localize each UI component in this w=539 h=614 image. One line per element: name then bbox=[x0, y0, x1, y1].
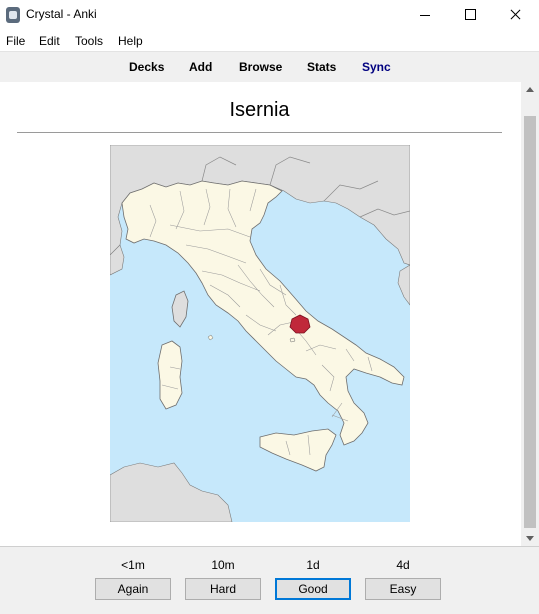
hard-interval: 10m bbox=[211, 558, 235, 572]
good-button[interactable]: Good bbox=[275, 578, 351, 600]
minimize-icon[interactable] bbox=[402, 0, 448, 30]
menu-edit[interactable]: Edit bbox=[39, 34, 60, 48]
close-icon[interactable] bbox=[492, 0, 538, 30]
title-bar: Crystal - Anki bbox=[0, 0, 539, 30]
anki-app-icon bbox=[6, 7, 20, 23]
again-interval: <1m bbox=[121, 558, 145, 572]
toolbar-stats-link[interactable]: Stats bbox=[307, 60, 336, 74]
scroll-up-icon[interactable] bbox=[521, 82, 539, 98]
menu-tools[interactable]: Tools bbox=[75, 34, 103, 48]
good-interval: 1d bbox=[306, 558, 320, 572]
italy-map-image bbox=[110, 145, 410, 522]
toolbar-sync-link[interactable]: Sync bbox=[362, 60, 391, 74]
window-title: Crystal - Anki bbox=[26, 7, 97, 21]
scroll-down-icon[interactable] bbox=[521, 530, 539, 546]
card-view: Isernia bbox=[0, 82, 521, 546]
hard-button[interactable]: Hard bbox=[185, 578, 261, 600]
answer-divider bbox=[17, 132, 502, 133]
scrollbar-thumb[interactable] bbox=[524, 116, 536, 528]
easy-interval: 4d bbox=[396, 558, 410, 572]
main-toolbar: Decks Add Browse Stats Sync bbox=[0, 51, 539, 83]
menu-help[interactable]: Help bbox=[118, 34, 143, 48]
vertical-scrollbar[interactable] bbox=[521, 82, 539, 546]
again-button[interactable]: Again bbox=[95, 578, 171, 600]
menu-bar: File Edit Tools Help bbox=[0, 30, 539, 51]
toolbar-decks-link[interactable]: Decks bbox=[129, 60, 164, 74]
easy-button[interactable]: Easy bbox=[365, 578, 441, 600]
answer-bar: <1m 10m 1d 4d Again Hard Good Easy bbox=[0, 546, 539, 614]
menu-file[interactable]: File bbox=[6, 34, 25, 48]
card-title: Isernia bbox=[229, 99, 290, 121]
toolbar-browse-link[interactable]: Browse bbox=[239, 60, 282, 74]
maximize-icon[interactable] bbox=[447, 0, 493, 30]
toolbar-add-link[interactable]: Add bbox=[189, 60, 212, 74]
